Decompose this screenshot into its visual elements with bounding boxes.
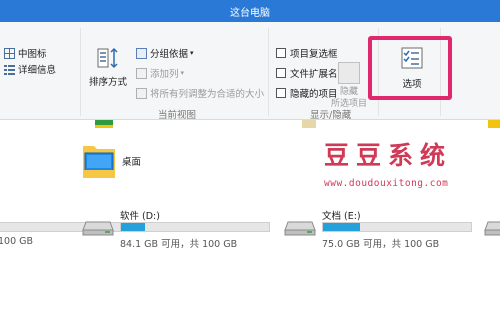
desktop-folder-icon — [83, 146, 115, 178]
hide-selected-label-line1: 隐藏 — [339, 87, 358, 97]
folder-icon — [302, 120, 316, 128]
watermark-title: 豆豆系统 — [324, 141, 453, 170]
sort-icon — [96, 46, 120, 70]
medium-icons-button[interactable]: 中图标 — [4, 46, 47, 60]
ribbon-separator — [268, 28, 269, 116]
item-checkboxes-option[interactable]: 项目复选框 — [276, 46, 338, 60]
drive-info: 84.1 GB 可用，共 100 GB — [120, 239, 238, 250]
add-column-icon — [136, 67, 147, 79]
drive-usage-bar — [322, 222, 472, 232]
drive-name: 文档 (E:) — [322, 211, 361, 222]
chevron-down-icon: ▾ — [190, 49, 194, 57]
fit-columns-button[interactable]: 将所有列调整为合适的大小 — [136, 86, 264, 100]
folder-icon — [95, 120, 113, 128]
title-bar: 这台电脑 — [0, 0, 500, 22]
drive-usage-bar — [120, 222, 270, 232]
drive-name: 软件 (D:) — [120, 211, 160, 222]
file-extensions-checkbox[interactable] — [276, 68, 286, 78]
watermark: 豆豆系统 www.doudouxitong.com — [324, 136, 494, 189]
current-view-group-label: 当前视图 — [158, 110, 197, 121]
watermark-url: www.doudouxitong.com — [324, 178, 449, 189]
desktop-folder-label: 桌面 — [122, 157, 142, 168]
drive-item-f[interactable] — [484, 208, 500, 252]
add-column-label: 添加列 — [150, 69, 179, 80]
drive-item-e[interactable]: 文档 (E:) 75.0 GB 可用，共 100 GB — [284, 208, 480, 252]
hard-drive-icon — [284, 221, 316, 236]
details-icon — [4, 63, 15, 75]
drive-info: 100 GB — [0, 236, 34, 247]
group-by-button[interactable]: 分组依据 ▾ — [136, 46, 194, 60]
sort-by-button[interactable]: 排序方式 — [86, 46, 130, 88]
details-label: 详细信息 — [18, 65, 57, 76]
hidden-items-checkbox[interactable] — [276, 88, 286, 98]
fit-columns-icon — [136, 87, 147, 99]
item-checkboxes-label: 项目复选框 — [290, 49, 338, 60]
drive-item-d[interactable]: 软件 (D:) 84.1 GB 可用，共 100 GB — [82, 208, 278, 252]
hide-selected-button[interactable]: 隐藏 所选项目 — [326, 62, 372, 110]
group-by-label: 分组依据 — [150, 49, 189, 60]
medium-icons-icon — [4, 47, 15, 59]
drive-info: 75.0 GB 可用，共 100 GB — [322, 239, 440, 250]
add-column-button[interactable]: 添加列 ▾ — [136, 66, 184, 80]
hide-selected-icon — [338, 62, 360, 84]
desktop-folder-item[interactable]: 桌面 — [82, 140, 141, 180]
chevron-down-icon: ▾ — [180, 69, 185, 77]
hard-drive-icon — [484, 221, 500, 236]
fit-columns-label: 将所有列调整为合适的大小 — [150, 89, 265, 100]
options-highlight-box — [368, 36, 452, 100]
show-hide-group-label: 显示/隐藏 — [310, 110, 352, 121]
sort-by-label: 排序方式 — [88, 77, 127, 88]
ribbon-separator — [80, 28, 81, 116]
window-title: 这台电脑 — [230, 8, 270, 19]
medium-icons-label: 中图标 — [18, 49, 47, 60]
folder-icon — [488, 120, 500, 128]
hard-drive-icon — [82, 221, 114, 236]
details-button[interactable]: 详细信息 — [4, 62, 56, 76]
group-by-icon — [136, 47, 147, 59]
item-checkboxes-checkbox[interactable] — [276, 48, 286, 58]
